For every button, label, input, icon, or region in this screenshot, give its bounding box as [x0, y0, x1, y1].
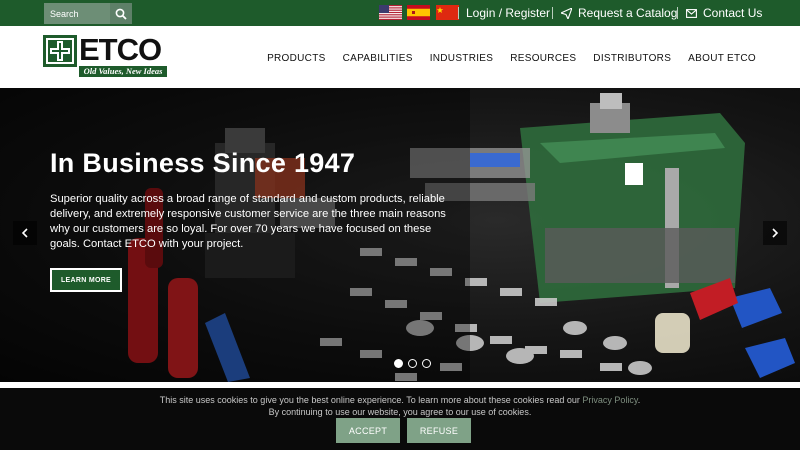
- magnifier-icon: [115, 8, 127, 20]
- cookie-message-suffix: .: [637, 395, 641, 405]
- main-nav: PRODUCTS CAPABILITIES INDUSTRIES RESOURC…: [267, 53, 756, 64]
- logo-wordmark: ETCO: [79, 32, 162, 67]
- catalog-label: Request a Catalog: [578, 6, 678, 20]
- paper-plane-icon: [561, 7, 572, 19]
- envelope-icon: [686, 8, 697, 18]
- chevron-right-icon: [772, 228, 779, 238]
- nav-about-etco[interactable]: ABOUT ETCO: [688, 53, 756, 64]
- nav-industries[interactable]: INDUSTRIES: [430, 53, 494, 64]
- top-utility-bar: Login / Register Request a Catalog Conta…: [0, 0, 800, 26]
- topbar-divider: [458, 7, 459, 19]
- slider-dot[interactable]: [394, 359, 403, 368]
- cookie-message: This site uses cookies to give you the b…: [0, 395, 800, 405]
- chevron-left-icon: [21, 228, 28, 238]
- login-label: Login / Register: [466, 6, 551, 20]
- hero-title: In Business Since 1947: [50, 148, 356, 178]
- site-header: ETCO Old Values, New Ideas PRODUCTS CAPA…: [0, 26, 800, 88]
- login-link[interactable]: Login / Register: [466, 6, 550, 20]
- search-input[interactable]: [44, 3, 110, 24]
- slider-dot[interactable]: [422, 359, 431, 368]
- flag-usa[interactable]: [379, 5, 402, 20]
- cookie-consent-bar: This site uses cookies to give you the b…: [0, 388, 800, 450]
- nav-resources[interactable]: RESOURCES: [510, 53, 576, 64]
- slider-dot[interactable]: [408, 359, 417, 368]
- slider-next-button[interactable]: [763, 221, 787, 245]
- etco-logo-mark: [43, 35, 77, 67]
- privacy-policy-link[interactable]: Privacy Policy: [582, 395, 637, 405]
- catalog-link[interactable]: Request a Catalog: [561, 6, 677, 20]
- learn-more-button[interactable]: LEARN MORE: [50, 268, 122, 292]
- etco-logo[interactable]: ETCO Old Values, New Ideas: [43, 32, 169, 79]
- flag-spain[interactable]: [407, 5, 430, 20]
- topbar-divider: [677, 7, 678, 19]
- nav-products[interactable]: PRODUCTS: [267, 53, 326, 64]
- cookie-message-prefix: This site uses cookies to give you the b…: [159, 395, 583, 405]
- accept-cookies-button[interactable]: ACCEPT: [336, 418, 400, 443]
- hero-slider: In Business Since 1947 Superior quality …: [0, 88, 800, 382]
- logo-tagline: Old Values, New Ideas: [79, 66, 167, 77]
- contact-label: Contact Us: [703, 6, 763, 20]
- contact-link[interactable]: Contact Us: [686, 6, 762, 20]
- nav-capabilities[interactable]: CAPABILITIES: [343, 53, 413, 64]
- hero-description: Superior quality across a broad range of…: [50, 193, 446, 250]
- flag-china[interactable]: [436, 5, 459, 20]
- nav-distributors[interactable]: DISTRIBUTORS: [593, 53, 671, 64]
- topbar-divider: [552, 7, 553, 19]
- refuse-cookies-button[interactable]: REFUSE: [407, 418, 471, 443]
- search-form: [44, 3, 132, 24]
- slider-pagination: [394, 359, 431, 368]
- search-button[interactable]: [110, 3, 132, 24]
- cookie-agreement-text: By continuing to use our website, you ag…: [268, 407, 532, 417]
- slider-prev-button[interactable]: [13, 221, 37, 245]
